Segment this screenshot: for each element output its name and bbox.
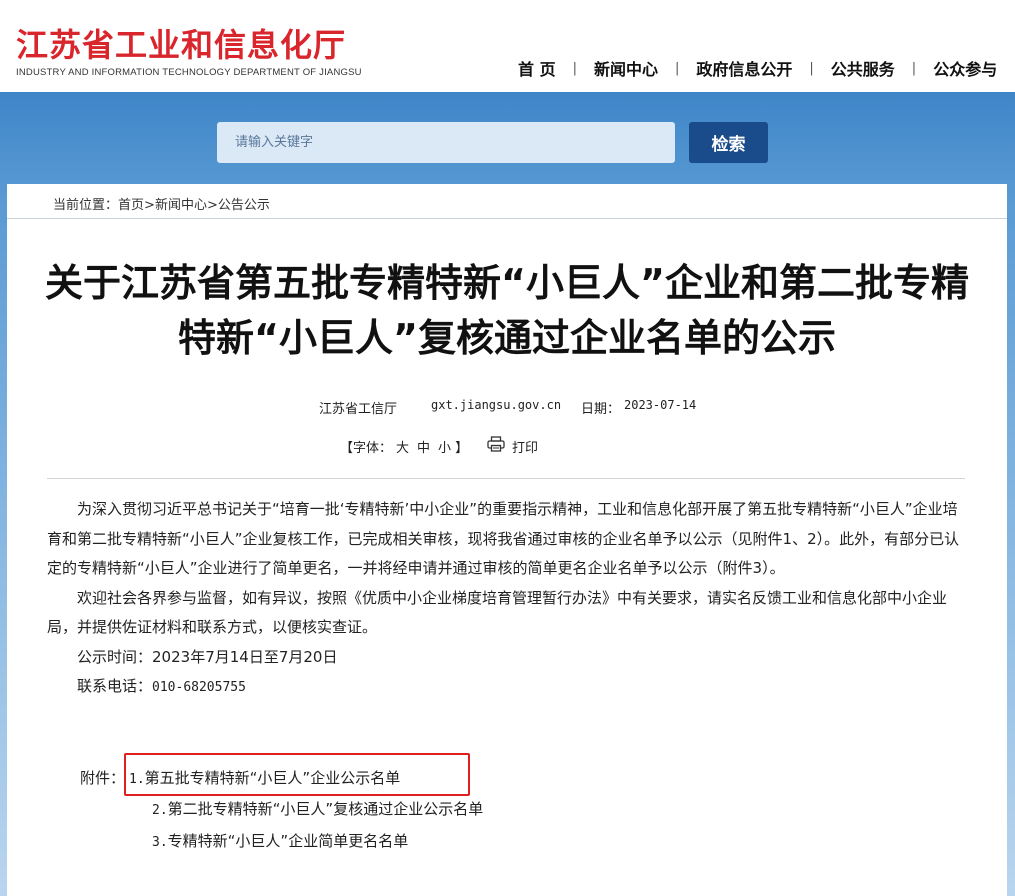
article-source: 江苏省工信厅	[319, 402, 398, 417]
search-input[interactable]	[217, 122, 675, 163]
publicity-period-label: 公示时间：	[77, 647, 153, 666]
search-button[interactable]: 检索	[689, 122, 768, 163]
nav-public-participation[interactable]: 公众参与	[933, 56, 997, 80]
site-header: 江苏省工业和信息化厅 INDUSTRY AND INFORMATION TECH…	[0, 0, 1015, 92]
nav-gov-info[interactable]: 政府信息公开	[696, 56, 792, 80]
attachment-number: 1.	[129, 772, 145, 787]
nav-separator: |	[674, 60, 680, 76]
article-site: gxt.jiangsu.gov.cn	[431, 398, 562, 412]
content-panel: 当前位置：首页>新闻中心>公告公示 关于江苏省第五批专精特新“小巨人”企业和第二…	[7, 184, 1007, 896]
nav-public-service[interactable]: 公共服务	[831, 56, 895, 80]
article-date: 2023-07-14	[624, 398, 697, 412]
main-nav: 首 页 | 新闻中心 | 政府信息公开 | 公共服务 | 公众参与	[518, 56, 997, 80]
attachment-title: 第五批专精特新“小巨人”企业公示名单	[144, 769, 401, 787]
nav-separator: |	[572, 60, 577, 76]
attachment-number: 3.	[152, 835, 168, 850]
breadcrumb-sep: >	[206, 198, 218, 213]
breadcrumb-home[interactable]: 首页	[118, 198, 144, 213]
publicity-period: 公示时间：2023年7月14日至7月20日	[47, 643, 965, 673]
nav-separator: |	[809, 60, 814, 76]
attachments-label: 附件：	[80, 769, 126, 787]
print-label: 打印	[512, 440, 539, 456]
printer-icon	[487, 436, 512, 456]
font-size-small[interactable]: 小	[438, 437, 451, 456]
attachment-link-2[interactable]: 2.第二批专精特新“小巨人”复核通过企业公示名单	[152, 798, 483, 819]
article-title: 关于江苏省第五批专精特新“小巨人”企业和第二批专精特新“小巨人”复核通过企业名单…	[45, 261, 969, 360]
nav-separator: |	[911, 60, 917, 76]
font-size-large[interactable]: 大	[396, 437, 409, 456]
article-body: 为深入贯彻习近平总书记关于“培育一批‘专精特新’中小企业”的重要指示精神，工业和…	[47, 495, 965, 703]
site-logo-cn[interactable]: 江苏省工业和信息化厅	[16, 20, 346, 66]
breadcrumb-announcements[interactable]: 公告公示	[218, 198, 270, 213]
font-size-label: 【字体：	[340, 441, 393, 456]
attachment-link-3[interactable]: 3.专精特新“小巨人”企业简单更名名单	[152, 830, 408, 851]
contact-phone: 联系电话：010-68205755	[47, 672, 965, 703]
print-button[interactable]: 打印	[487, 436, 538, 456]
attachment-number: 2.	[152, 803, 168, 818]
divider	[47, 478, 965, 479]
article-date-label: 日期：	[581, 402, 621, 417]
publicity-period-value: 2023年7月14日至7月20日	[152, 647, 338, 666]
font-size-label-end: 】	[455, 441, 469, 456]
breadcrumb: 当前位置：首页>新闻中心>公告公示	[53, 194, 270, 213]
font-size-medium[interactable]: 中	[417, 437, 430, 456]
breadcrumb-news-center[interactable]: 新闻中心	[155, 198, 207, 213]
attachment-title: 专精特新“小巨人”企业简单更名名单	[167, 832, 409, 850]
contact-phone-value: 010-68205755	[152, 680, 246, 695]
font-size-control: 【字体： 大 中 小 】	[340, 437, 468, 456]
contact-phone-label: 联系电话：	[77, 677, 153, 695]
attachment-title: 第二批专精特新“小巨人”复核通过企业公示名单	[167, 800, 484, 818]
breadcrumb-sep: >	[144, 198, 155, 213]
article-paragraph: 欢迎社会各界参与监督，如有异议，按照《优质中小企业梯度培育管理暂行办法》中有关要…	[47, 588, 948, 637]
breadcrumb-prefix: 当前位置：	[53, 198, 119, 213]
nav-home[interactable]: 首 页	[518, 56, 556, 80]
divider	[7, 218, 1007, 219]
nav-news-center[interactable]: 新闻中心	[594, 56, 658, 80]
article-paragraph: 为深入贯彻习近平总书记关于“培育一批‘专精特新’中小企业”的重要指示精神，工业和…	[47, 500, 960, 577]
attachment-link-1[interactable]: 1.第五批专精特新“小巨人”企业公示名单	[129, 767, 400, 788]
site-logo-en: INDUSTRY AND INFORMATION TECHNOLOGY DEPA…	[16, 67, 362, 78]
